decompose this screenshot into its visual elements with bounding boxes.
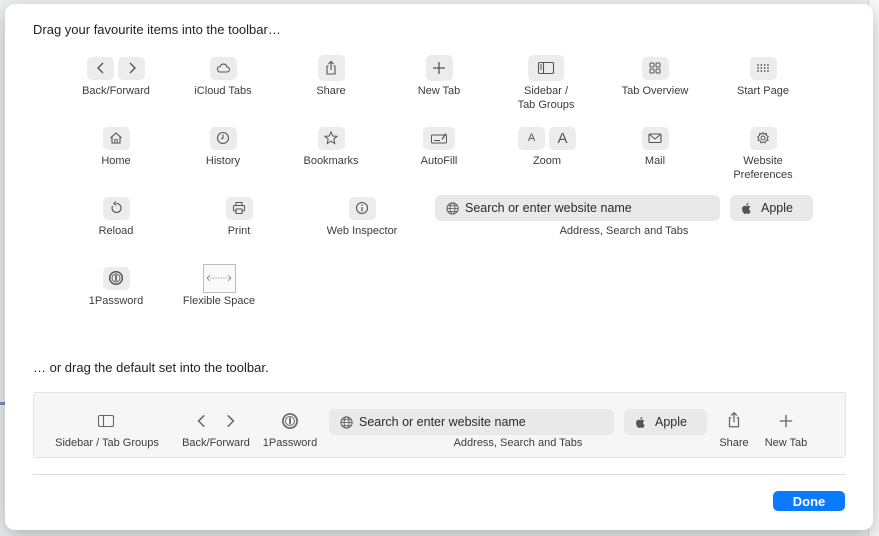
home-icon [102, 126, 130, 150]
share-icon [724, 410, 744, 430]
item-address-bar[interactable]: Search or enter website name [435, 195, 720, 221]
default-address-label: Address, Search and Tabs [453, 437, 583, 449]
default-share-label: Share [719, 437, 749, 449]
zoom-out-icon: A [518, 126, 545, 150]
item-label: Website Preferences [733, 154, 792, 182]
item-label-line2: Preferences [733, 169, 793, 181]
item-new-tab[interactable]: New Tab [394, 55, 484, 98]
item-label: Share [316, 85, 346, 97]
item-icloud-tabs[interactable]: iCloud Tabs [178, 56, 268, 98]
plus-icon [776, 411, 796, 431]
item-mail[interactable]: Mail [610, 126, 700, 168]
default-address-placeholder: Search or enter website name [359, 415, 526, 429]
cloud-icon [209, 56, 237, 80]
item-flexible-space[interactable]: Flexible Space [174, 263, 264, 308]
zoom-in-icon: A [549, 126, 576, 150]
reload-icon [102, 196, 130, 220]
item-label: Web Inspector [326, 225, 398, 237]
default-apple-label: Apple [655, 415, 687, 429]
item-label: 1Password [88, 295, 144, 307]
item-label: Tab Overview [621, 85, 689, 97]
chevron-left-icon [192, 411, 212, 431]
envelope-icon [641, 126, 669, 150]
item-label: Home [101, 155, 131, 167]
item-label-line1: Website [743, 155, 783, 167]
item-label: Zoom [532, 155, 562, 167]
default-apple-bookmark: Apple [624, 409, 707, 435]
item-history[interactable]: History [178, 126, 268, 168]
item-autofill[interactable]: AutoFill [394, 126, 484, 168]
item-label: History [205, 155, 241, 167]
item-label: Back/Forward [82, 85, 150, 97]
item-print[interactable]: Print [194, 196, 284, 238]
item-share[interactable]: Share [286, 55, 376, 98]
item-label: AutoFill [420, 155, 458, 167]
apple-logo-icon [742, 202, 751, 214]
gear-icon [749, 126, 777, 150]
chevron-left-icon [87, 56, 114, 80]
item-bookmarks[interactable]: Bookmarks [286, 126, 376, 168]
default-toolbar-set[interactable]: Sidebar / Tab Groups Back/Forward 1Passw… [33, 392, 846, 458]
autofill-icon [423, 126, 455, 150]
item-label-line1: Sidebar / [523, 85, 569, 97]
clock-icon [209, 126, 237, 150]
printer-icon [225, 196, 253, 220]
item-label: iCloud Tabs [194, 85, 252, 97]
1password-icon [102, 266, 130, 290]
item-web-inspector[interactable]: Web Inspector [317, 196, 407, 238]
globe-icon [340, 415, 353, 429]
item-reload[interactable]: Reload [71, 196, 161, 238]
item-sidebar-tab-groups[interactable]: Sidebar / Tab Groups [501, 55, 591, 112]
default-new-tab-label: New Tab [764, 437, 808, 449]
item-label: Reload [98, 225, 134, 237]
globe-icon [446, 201, 459, 215]
item-label-line2: Tab Groups [517, 99, 575, 111]
default-sidebar-label: Sidebar / Tab Groups [55, 437, 159, 449]
item-back-forward[interactable]: Back/Forward [71, 56, 161, 98]
item-website-preferences[interactable]: Website Preferences [718, 126, 808, 182]
item-1password[interactable]: 1Password [71, 266, 161, 308]
default-back-forward-label: Back/Forward [182, 437, 250, 449]
plus-icon [425, 55, 453, 81]
divider [33, 474, 846, 475]
chevron-right-icon [220, 411, 240, 431]
start-page-grid-icon [749, 56, 777, 80]
favourites-heading: Drag your favourite items into the toolb… [33, 22, 281, 37]
default-1password-label: 1Password [262, 437, 318, 449]
flexible-space-icon [202, 263, 236, 293]
item-label: Start Page [737, 85, 789, 97]
item-tab-overview[interactable]: Tab Overview [610, 56, 700, 98]
item-home[interactable]: Home [71, 126, 161, 168]
item-label: Flexible Space [182, 295, 256, 307]
sidebar-icon [96, 411, 116, 431]
item-zoom[interactable]: A A Zoom [502, 126, 592, 168]
customize-toolbar-sheet: Drag your favourite items into the toolb… [5, 4, 873, 530]
share-icon [317, 55, 345, 81]
item-start-page[interactable]: Start Page [718, 56, 808, 98]
apple-label: Apple [761, 201, 793, 215]
item-label: Bookmarks [303, 155, 359, 167]
default-set-heading: … or drag the default set into the toolb… [33, 360, 269, 375]
item-apple-bookmark[interactable]: Apple [730, 195, 813, 221]
sidebar-icon [528, 55, 564, 81]
item-label: New Tab [417, 85, 461, 97]
1password-icon [280, 411, 300, 431]
info-icon [348, 196, 376, 220]
default-address-bar: Search or enter website name [329, 409, 614, 435]
item-label: Sidebar / Tab Groups [518, 84, 575, 112]
star-icon [317, 126, 345, 150]
address-placeholder: Search or enter website name [465, 201, 632, 215]
apple-logo-icon [636, 416, 645, 428]
done-button[interactable]: Done [773, 491, 845, 511]
item-label: Mail [644, 155, 666, 167]
address-item-label: Address, Search and Tabs [559, 225, 689, 237]
item-label: Print [227, 225, 251, 237]
tab-overview-icon [641, 56, 669, 80]
chevron-right-icon [118, 56, 145, 80]
